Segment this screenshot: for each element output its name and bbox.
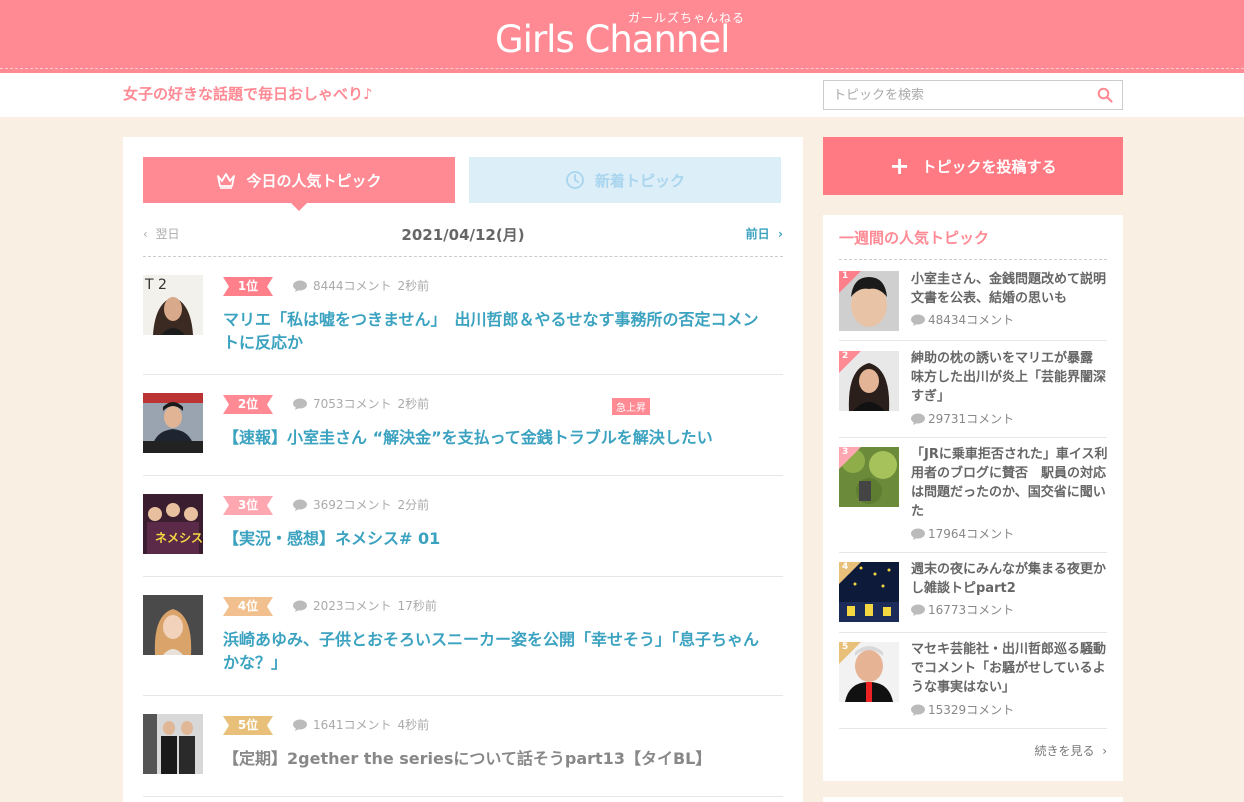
topic-title[interactable]: マリエ「私は嘘をつきません」 出川哲郎＆やるせなす事務所の否定コメントに反応か <box>223 308 773 354</box>
weekly-item-comments: 16773コメント <box>911 601 1014 618</box>
crown-icon <box>217 173 236 189</box>
comment-icon <box>911 314 925 326</box>
header-divider <box>0 68 1244 69</box>
topic-row[interactable]: T 2 1位 8444コメント 2秒前 マリエ「私は嘘をつきません」 出川哲郎＆や… <box>143 257 783 375</box>
comment-icon <box>911 604 925 616</box>
weekly-popular-panel: 一週間の人気トピック 1 小室圭さん、金銭問題改めて説明文書を公表、結婚の思いも… <box>823 215 1123 781</box>
date-next-link[interactable]: 前日 › <box>746 225 783 242</box>
weekly-thumbnail: 2 <box>839 351 899 411</box>
tab-popular[interactable]: 今日の人気トピック <box>143 157 455 211</box>
weekly-rank-badge: 5 <box>839 642 861 664</box>
rank-badge: 3位 <box>223 496 273 515</box>
weekly-thumbnail: 5 <box>839 642 899 702</box>
comment-icon <box>293 280 307 292</box>
topic-row[interactable]: 4位 2023コメント 17秒前 浜崎あゆみ、子供とおそろいスニーカー姿を公開「幸… <box>143 577 783 696</box>
tagline: 女子の好きな話題で毎日おしゃべり♪ <box>123 85 373 103</box>
plus-icon: + <box>889 152 910 180</box>
weekly-rank-badge: 1 <box>839 271 861 293</box>
tab-new[interactable]: 新着トピック <box>469 157 781 203</box>
weekly-item[interactable]: 1 小室圭さん、金銭問題改めて説明文書を公表、結婚の思いも 48434コメント <box>839 260 1107 341</box>
comment-icon <box>293 600 307 612</box>
weekly-item-comments: 15329コメント <box>911 701 1014 718</box>
search-icon[interactable] <box>1097 87 1113 103</box>
topic-meta: 8444コメント 2秒前 <box>293 277 429 294</box>
weekly-title: 一週間の人気トピック <box>839 227 1107 260</box>
current-date: 2021/04/12(月) <box>401 226 525 244</box>
topic-thumbnail <box>143 714 203 774</box>
comment-icon <box>293 398 307 410</box>
tab-popular-label: 今日の人気トピック <box>246 171 382 190</box>
topic-thumbnail: T 2 <box>143 275 203 335</box>
date-navigation: ‹ 翌日 2021/04/12(月) 前日 › <box>143 219 783 257</box>
topic-meta: 3692コメント 2分前 <box>293 496 429 513</box>
post-topic-button[interactable]: + トピックを投稿する <box>823 137 1123 195</box>
chevron-right-icon: › <box>769 227 783 241</box>
weekly-item-title[interactable]: 紳助の枕の誘いをマリエが暴露 味方した出川が炎上「芸能界闇深すぎ」 <box>911 349 1109 406</box>
topic-row[interactable]: 5位 1641コメント 4秒前 【定期】2gether the seriesについ… <box>143 696 783 797</box>
svg-text:T 2: T 2 <box>144 277 167 293</box>
weekly-thumbnail: 1 <box>839 271 899 331</box>
topic-thumbnail: ネメシス <box>143 494 203 554</box>
topic-row[interactable]: 2位 7053コメント 2秒前 急上昇 【速報】小室圭さん “解決金”を支払って金… <box>143 375 783 476</box>
clock-icon <box>566 171 584 189</box>
svg-text:ネメシス: ネメシス <box>155 531 203 545</box>
topic-meta: 2023コメント 17秒前 <box>293 597 437 614</box>
weekly-item[interactable]: 2 紳助の枕の誘いをマリエが暴露 味方した出川が炎上「芸能界闇深すぎ」 2973… <box>839 341 1107 438</box>
comment-icon <box>911 704 925 716</box>
topic-title[interactable]: 【定期】2gether the seriesについて話そうpart13【タイBL… <box>223 747 773 770</box>
comment-icon <box>293 719 307 731</box>
weekly-item-title[interactable]: マセキ芸能社・出川哲郎巡る騒動でコメント「お騒がせしているような事実はない」 <box>911 640 1109 697</box>
see-more-link[interactable]: 続きを見る › <box>1035 742 1107 759</box>
rank-badge: 4位 <box>223 597 273 616</box>
site-logo[interactable]: Girls Channel <box>495 18 730 61</box>
weekly-rank-badge: 4 <box>839 562 861 584</box>
search-input[interactable] <box>824 81 1089 109</box>
weekly-item-title[interactable]: 週末の夜にみんなが集まる夜更かし雑談トピpart2 <box>911 560 1109 598</box>
topic-thumbnail <box>143 595 203 655</box>
topic-meta: 1641コメント 4秒前 <box>293 716 429 733</box>
topic-title[interactable]: 浜崎あゆみ、子供とおそろいスニーカー姿を公開「幸せそう」「息子ちゃんかな？」 <box>223 628 773 674</box>
weekly-item-comments: 29731コメント <box>911 410 1014 427</box>
weekly-item-title[interactable]: 「JRに乗車拒否された」車イス利用者のブログに賛否 駅員の対応は問題だったのか、… <box>911 445 1109 521</box>
weekly-rank-badge: 3 <box>839 447 861 469</box>
site-header: ガールズちゃんねる Girls Channel <box>0 0 1244 73</box>
weekly-rank-badge: 2 <box>839 351 861 373</box>
weekly-thumbnail: 3 <box>839 447 899 507</box>
rank-badge: 2位 <box>223 395 273 414</box>
popular-topics-panel: 今日の人気トピック 新着トピック ‹ 翌日 2021/04/12(月) 前日 ›… <box>123 137 803 802</box>
post-topic-label: トピックを投稿する <box>921 157 1057 176</box>
rank-badge: 5位 <box>223 716 273 735</box>
trending-badge: 急上昇 <box>612 398 650 415</box>
weekly-item-comments: 48434コメント <box>911 311 1014 328</box>
comment-icon <box>911 528 925 540</box>
weekly-item-title[interactable]: 小室圭さん、金銭問題改めて説明文書を公表、結婚の思いも <box>911 270 1109 308</box>
comment-icon <box>293 499 307 511</box>
comment-icon <box>911 413 925 425</box>
tab-new-label: 新着トピック <box>594 171 685 190</box>
rank-badge: 1位 <box>223 277 273 296</box>
weekly-thumbnail: 4 <box>839 562 899 622</box>
sub-header: 女子の好きな話題で毎日おしゃべり♪ <box>0 73 1244 117</box>
topic-title[interactable]: 【速報】小室圭さん “解決金”を支払って金銭トラブルを解決したい <box>223 426 773 449</box>
topic-meta: 7053コメント 2秒前 <box>293 395 429 412</box>
weekly-item[interactable]: 4 週末の夜にみんなが集まる夜更かし雑談トピpart2 16773コメント <box>839 553 1107 633</box>
topic-row[interactable]: ネメシス 3位 3692コメント 2分前 【実況・感想】ネメシス# 01 <box>143 476 783 577</box>
search-box <box>823 80 1123 110</box>
weekly-item[interactable]: 3 「JRに乗車拒否された」車イス利用者のブログに賛否 駅員の対応は問題だったの… <box>839 438 1107 553</box>
topic-thumbnail <box>143 393 203 453</box>
topic-title[interactable]: 【実況・感想】ネメシス# 01 <box>223 527 773 550</box>
weekly-item[interactable]: 5 マセキ芸能社・出川哲郎巡る騒動でコメント「お騒がせしているような事実はない」… <box>839 633 1107 729</box>
sidebar-next-panel <box>823 797 1123 802</box>
weekly-item-comments: 17964コメント <box>911 525 1014 542</box>
chevron-right-icon: › <box>1094 744 1107 758</box>
